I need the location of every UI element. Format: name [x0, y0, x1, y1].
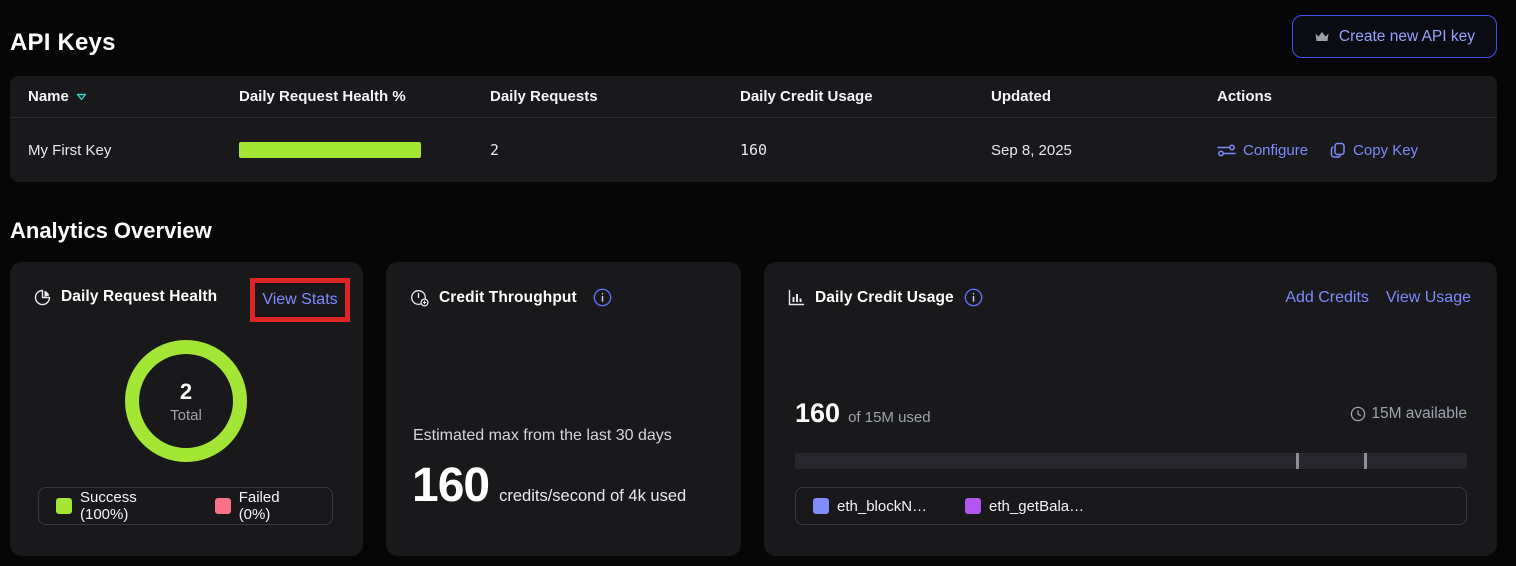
- donut-total-value: 2: [180, 379, 192, 405]
- usage-legend: eth_blockN… eth_getBala…: [795, 487, 1467, 525]
- usage-used-value: 160: [795, 398, 840, 429]
- pie-chart-icon: [34, 289, 51, 306]
- daily-request-health-card: Daily Request Health View Stats 2 Total …: [10, 262, 363, 556]
- column-header-health: Daily Request Health %: [221, 88, 472, 105]
- copy-icon: [1330, 142, 1346, 159]
- actions-cell: Configure Copy Key: [1199, 142, 1497, 159]
- table-header-row: Name Daily Request Health % Daily Reques…: [10, 76, 1497, 118]
- failed-swatch: [215, 498, 231, 514]
- usage-used-label: of 15M used: [848, 409, 931, 426]
- ct-card-header: Credit Throughput: [386, 262, 741, 307]
- usage-stats-row: 160 of 15M used 15M available: [795, 398, 1467, 429]
- usage-available: 15M available: [1350, 405, 1467, 423]
- usage-bar-marker: [1296, 453, 1299, 469]
- throughput-value-line: 160 credits/second of 4k used: [412, 458, 686, 513]
- view-stats-link[interactable]: View Stats: [262, 291, 337, 309]
- request-health-donut: 2 Total: [125, 340, 247, 462]
- clock-icon: [1350, 406, 1366, 422]
- usage-bar-marker: [1364, 453, 1367, 469]
- crown-icon: [1314, 30, 1330, 44]
- add-credits-link[interactable]: Add Credits: [1285, 289, 1369, 307]
- top-bar: API Keys Create new API key: [10, 0, 1497, 58]
- info-icon[interactable]: [964, 288, 983, 307]
- credit-throughput-card: Credit Throughput Estimated max from the…: [386, 262, 741, 556]
- throughput-subtitle: Estimated max from the last 30 days: [413, 427, 672, 445]
- gauge-icon: [410, 289, 429, 307]
- ct-card-title: Credit Throughput: [439, 289, 577, 307]
- view-usage-link[interactable]: View Usage: [1386, 289, 1471, 307]
- legend-item-eth-blocknumber: eth_blockN…: [813, 498, 927, 515]
- credit-usage-progress-bar: [795, 453, 1467, 469]
- column-header-name[interactable]: Name: [10, 88, 221, 105]
- key-name-cell: My First Key: [10, 142, 221, 159]
- red-highlight-box: View Stats: [250, 278, 350, 322]
- legend-item-eth-getbalance: eth_getBala…: [965, 498, 1084, 515]
- daily-credit-usage-cell: 160: [722, 141, 973, 159]
- configure-link[interactable]: Configure: [1217, 142, 1308, 159]
- copy-key-link[interactable]: Copy Key: [1330, 142, 1418, 159]
- legend-item-success: Success (100%): [56, 489, 189, 523]
- info-icon[interactable]: [593, 288, 612, 307]
- eth-blocknumber-swatch: [813, 498, 829, 514]
- api-keys-table: Name Daily Request Health % Daily Reques…: [10, 76, 1497, 182]
- throughput-unit: credits/second of 4k used: [499, 487, 686, 506]
- sort-down-icon: [76, 93, 87, 101]
- copy-key-label: Copy Key: [1353, 142, 1418, 159]
- column-header-updated: Updated: [973, 88, 1199, 105]
- eth-getbalance-swatch: [965, 498, 981, 514]
- updated-cell: Sep 8, 2025: [973, 142, 1199, 159]
- column-header-credit-usage: Daily Credit Usage: [722, 88, 973, 105]
- column-header-actions: Actions: [1199, 88, 1497, 105]
- configure-label: Configure: [1243, 142, 1308, 159]
- table-row: My First Key 2 160 Sep 8, 2025: [10, 118, 1497, 182]
- success-swatch: [56, 498, 72, 514]
- analytics-overview-title: Analytics Overview: [10, 218, 1497, 244]
- column-header-requests: Daily Requests: [472, 88, 722, 105]
- donut-total-label: Total: [170, 407, 202, 424]
- dcu-card-title: Daily Credit Usage: [815, 289, 954, 307]
- page-title: API Keys: [10, 29, 116, 58]
- drh-card-title: Daily Request Health: [61, 288, 217, 306]
- dashboard-page: API Keys Create new API key Name Daily R…: [0, 0, 1516, 556]
- legend-item-failed: Failed (0%): [215, 489, 315, 523]
- bar-chart-icon: [788, 289, 805, 306]
- analytics-cards: Daily Request Health View Stats 2 Total …: [10, 262, 1497, 556]
- health-legend: Success (100%) Failed (0%): [38, 487, 333, 525]
- daily-credit-usage-card: Daily Credit Usage Add Credits View Usag…: [764, 262, 1497, 556]
- sliders-icon: [1217, 143, 1236, 158]
- health-bar-cell: [221, 142, 472, 158]
- create-api-key-button[interactable]: Create new API key: [1292, 15, 1497, 58]
- dcu-card-header: Daily Credit Usage Add Credits View Usag…: [764, 262, 1497, 307]
- create-api-key-label: Create new API key: [1339, 28, 1475, 46]
- throughput-value: 160: [412, 458, 489, 513]
- health-bar: [239, 142, 421, 158]
- daily-requests-cell: 2: [472, 141, 722, 159]
